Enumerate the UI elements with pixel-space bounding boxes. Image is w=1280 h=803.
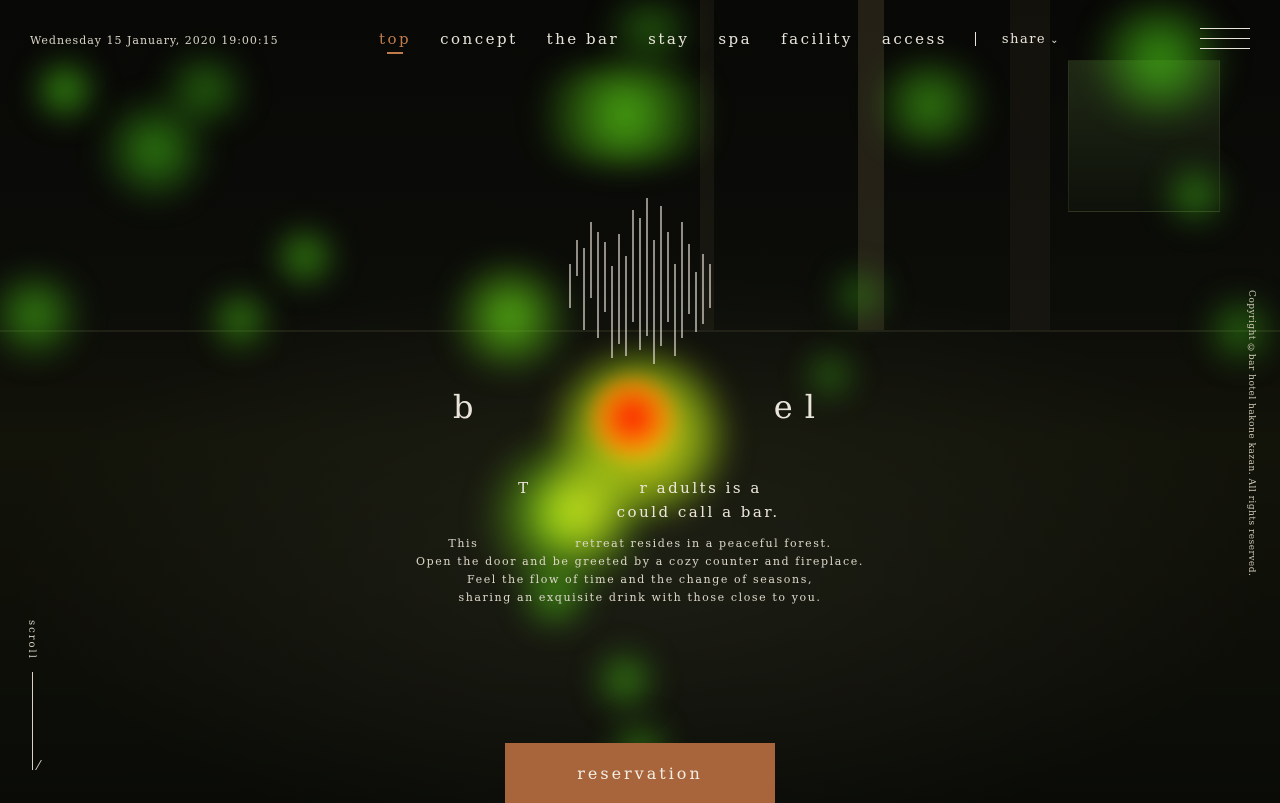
share-label: share xyxy=(1001,31,1047,47)
window-view xyxy=(1068,60,1220,212)
hero-tagline: T r adults is a could call a bar. xyxy=(0,476,1280,524)
hero-description: This retreat resides in a peaceful fores… xyxy=(0,535,1280,607)
nav-item-spa[interactable]: spa xyxy=(718,30,752,48)
nav-item-the-bar[interactable]: the bar xyxy=(547,30,620,48)
hamburger-menu-icon[interactable] xyxy=(1200,28,1250,50)
reservation-button[interactable]: reservation xyxy=(505,743,775,803)
description-line: Feel the flow of time and the change of … xyxy=(466,573,814,586)
nav-divider xyxy=(974,32,976,46)
nav-item-access[interactable]: access xyxy=(882,30,947,48)
share-button[interactable]: share ⌄ xyxy=(1002,32,1060,47)
description-line: sharing an exquisite drink with those cl… xyxy=(458,591,822,604)
wooden-pillar xyxy=(858,0,884,330)
wooden-pillar xyxy=(1010,0,1050,330)
main-nav: top concept the bar stay spa facility ac… xyxy=(350,30,1060,54)
scroll-label: scroll xyxy=(26,620,37,660)
nav-item-stay[interactable]: stay xyxy=(648,30,689,48)
brand-logo-icon xyxy=(569,198,711,364)
scroll-indicator-line[interactable] xyxy=(32,672,33,770)
chevron-down-icon: ⌄ xyxy=(1050,34,1060,46)
description-line: This retreat resides in a peaceful fores… xyxy=(448,537,832,550)
tagline-line: could call a bar. xyxy=(500,503,780,521)
reservation-label: reservation xyxy=(577,763,703,783)
nav-item-top[interactable]: top xyxy=(379,30,411,54)
brand-name: b el xyxy=(453,388,827,426)
copyright-text: Copyright ©bar hotel hakone kazan. All r… xyxy=(1246,290,1256,577)
tagline-line: T r adults is a xyxy=(518,479,762,497)
nav-item-facility[interactable]: facility xyxy=(781,30,853,48)
description-line: Open the door and be greeted by a cozy c… xyxy=(416,555,864,568)
nav-item-concept[interactable]: concept xyxy=(440,30,518,48)
datetime-display: Wednesday 15 January, 2020 19:00:15 xyxy=(30,34,279,47)
